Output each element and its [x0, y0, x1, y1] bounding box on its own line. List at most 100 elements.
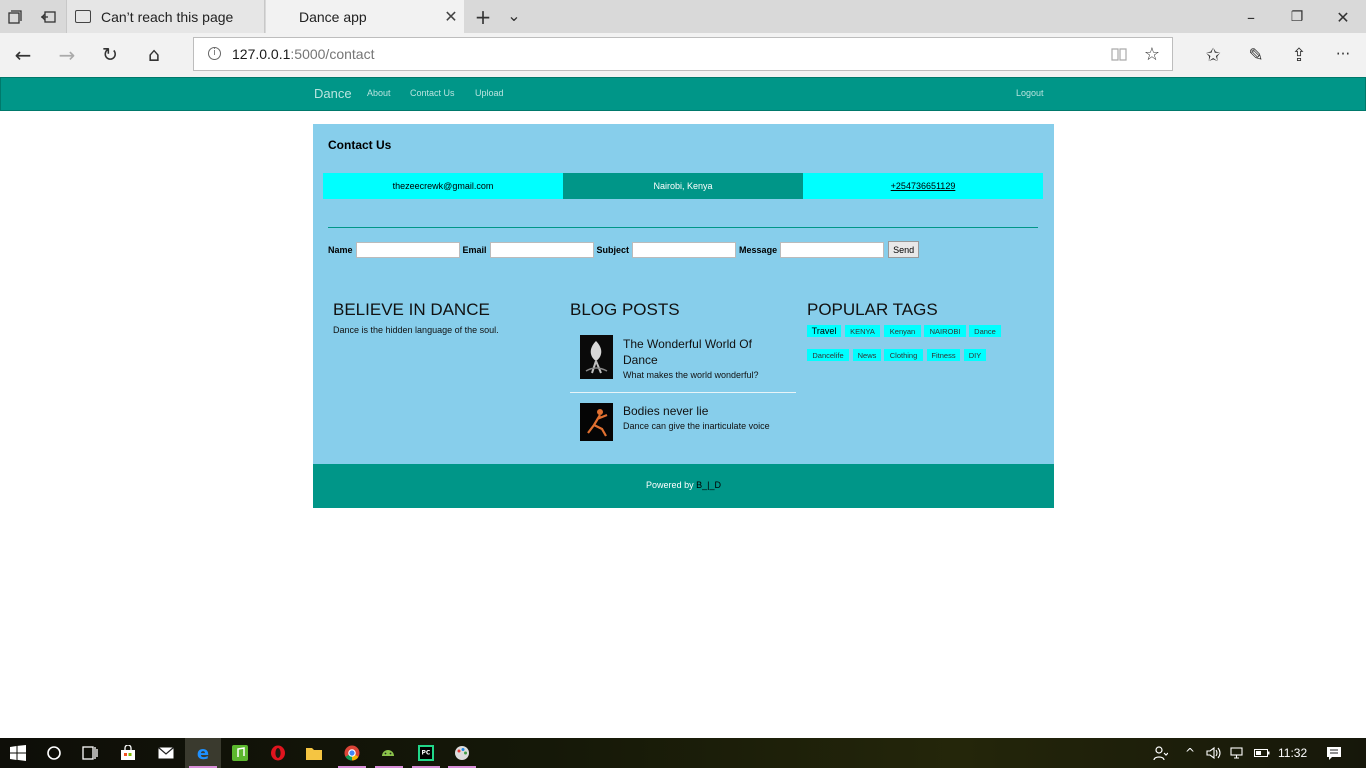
tag-travel[interactable]: Travel — [807, 325, 841, 337]
believe-text: Dance is the hidden language of the soul… — [333, 325, 499, 335]
subject-label: Subject — [596, 244, 630, 255]
footer-text: Powered by B_|_D — [313, 480, 1054, 490]
refresh-icon[interactable]: ↻ — [99, 44, 121, 66]
favorite-star-icon[interactable]: ☆ — [1142, 44, 1162, 65]
forward-icon[interactable]: → — [56, 43, 78, 67]
page-icon — [75, 10, 91, 23]
favorites-hub-icon[interactable]: ✩ — [1202, 44, 1224, 66]
tag-news[interactable]: News — [853, 349, 881, 361]
blog-post[interactable]: Bodies never lie Dance can give the inar… — [570, 403, 796, 443]
tab-dance-app[interactable]: Dance app ✕ — [266, 0, 464, 33]
windows-taskbar: e PC ^ 11:32 — [0, 738, 1366, 768]
web-notes-icon[interactable]: ✎ — [1245, 44, 1267, 66]
tab-title: Dance app — [299, 8, 367, 25]
store-icon[interactable] — [118, 743, 138, 763]
set-aside-tabs-icon[interactable] — [6, 8, 24, 26]
brand-link[interactable]: Dance — [314, 86, 352, 101]
email-label: Email — [462, 244, 487, 255]
tag-clothing[interactable]: Clothing — [884, 349, 923, 361]
email-field[interactable] — [489, 241, 594, 258]
battery-icon[interactable] — [1252, 743, 1272, 763]
blog-post[interactable]: The Wonderful World Of Dance What makes … — [570, 335, 796, 393]
tag-dance[interactable]: Dance — [969, 325, 1001, 337]
reading-view-icon[interactable] — [1110, 45, 1128, 63]
url-path: :5000/contact — [290, 46, 375, 62]
search-icon[interactable] — [44, 743, 64, 763]
browser-address-bar: ← → ↻ ⌂ i 127.0.0.1:5000/contact ☆ ✩ ✎ ⇪… — [0, 33, 1366, 77]
post-description: Dance can give the inarticulate voice — [623, 421, 770, 431]
post-title[interactable]: The Wonderful World Of Dance — [623, 336, 773, 368]
paint-icon[interactable] — [452, 743, 472, 763]
nav-link-about[interactable]: About — [367, 88, 391, 98]
send-button[interactable]: Send — [888, 241, 920, 258]
site-info-icon[interactable]: i — [208, 47, 221, 60]
post-thumbnail[interactable] — [580, 335, 613, 379]
tag-kenya[interactable]: KENYA — [845, 325, 880, 337]
tab-list-icon[interactable]: ⌄ — [504, 4, 524, 26]
home-icon[interactable]: ⌂ — [143, 44, 165, 66]
close-window-icon[interactable]: ✕ — [1332, 6, 1354, 28]
windows-start-icon[interactable] — [8, 743, 28, 763]
divider — [328, 227, 1038, 228]
post-description: What makes the world wonderful? — [623, 370, 759, 380]
footer-author-link[interactable]: B_|_D — [696, 480, 721, 490]
nav-link-contact[interactable]: Contact Us — [410, 88, 455, 98]
post-thumbnail[interactable] — [580, 403, 613, 441]
volume-icon[interactable] — [1204, 743, 1224, 763]
contact-email: thezeecrewk@gmail.com — [323, 173, 563, 199]
people-icon[interactable] — [1150, 743, 1170, 763]
name-label: Name — [328, 244, 353, 255]
tag-diy[interactable]: DIY — [964, 349, 986, 361]
tab-cant-reach[interactable]: Can’t reach this page — [66, 0, 265, 33]
minimize-icon[interactable]: – — [1240, 6, 1262, 28]
edge-icon[interactable]: e — [193, 743, 213, 764]
subject-field[interactable] — [632, 241, 737, 258]
post-title[interactable]: Bodies never lie — [623, 403, 773, 419]
android-studio-icon[interactable] — [378, 743, 398, 763]
site-navbar: Dance About Contact Us Upload Logout — [0, 77, 1366, 111]
mail-icon[interactable] — [156, 743, 176, 763]
message-label: Message — [739, 244, 778, 255]
footer-prefix: Powered by — [646, 480, 694, 490]
url-host: 127.0.0.1 — [232, 46, 291, 62]
url-text: 127.0.0.1:5000/contact — [232, 46, 374, 62]
file-explorer-icon[interactable] — [304, 743, 324, 763]
maximize-icon[interactable]: ❐ — [1286, 6, 1308, 28]
url-input[interactable]: i 127.0.0.1:5000/contact ☆ — [193, 37, 1173, 71]
task-view-icon[interactable] — [80, 743, 100, 763]
close-tab-icon[interactable]: ✕ — [438, 7, 464, 26]
blog-title: BLOG POSTS — [570, 300, 680, 319]
believe-title: BELIEVE IN DANCE — [333, 300, 490, 319]
tag-nairobi[interactable]: NAIROBI — [924, 325, 966, 337]
tags-title: POPULAR TAGS — [807, 300, 938, 319]
pycharm-icon[interactable]: PC — [416, 743, 436, 763]
opera-icon[interactable] — [268, 743, 288, 763]
new-tab-icon[interactable]: + — [472, 5, 494, 29]
site-footer: Powered by B_|_D — [313, 464, 1054, 508]
svg-text:PC: PC — [422, 750, 431, 757]
share-icon[interactable]: ⇪ — [1288, 44, 1310, 66]
network-icon[interactable] — [1228, 743, 1248, 763]
main-content: Contact Us thezeecrewk@gmail.com Nairobi… — [313, 124, 1054, 464]
show-hidden-icons-icon[interactable]: ^ — [1180, 743, 1200, 763]
tag-kenyan[interactable]: Kenyan — [884, 325, 921, 337]
page-title: Contact Us — [328, 138, 392, 152]
restore-tabs-icon[interactable] — [38, 8, 58, 26]
taskbar-clock[interactable]: 11:32 — [1278, 746, 1307, 760]
tag-dancelife[interactable]: Dancelife — [807, 349, 849, 361]
chrome-icon[interactable] — [342, 743, 362, 763]
tab-title: Can’t reach this page — [101, 8, 234, 25]
back-icon[interactable]: ← — [12, 43, 34, 67]
browser-tab-bar: Can’t reach this page Dance app ✕ + ⌄ – … — [0, 0, 1366, 33]
contact-form: Name Email Subject Message Send — [328, 241, 920, 258]
nav-link-upload[interactable]: Upload — [475, 88, 504, 98]
contact-location: Nairobi, Kenya — [563, 173, 803, 199]
more-icon[interactable]: ··· — [1332, 43, 1354, 65]
logout-link[interactable]: Logout — [1016, 88, 1044, 98]
name-field[interactable] — [355, 241, 460, 258]
tag-fitness[interactable]: Fitness — [927, 349, 960, 361]
message-field[interactable] — [780, 241, 885, 258]
contact-phone-link[interactable]: +254736651129 — [803, 173, 1043, 199]
action-center-icon[interactable] — [1324, 743, 1344, 763]
music-app-icon[interactable] — [230, 743, 250, 763]
